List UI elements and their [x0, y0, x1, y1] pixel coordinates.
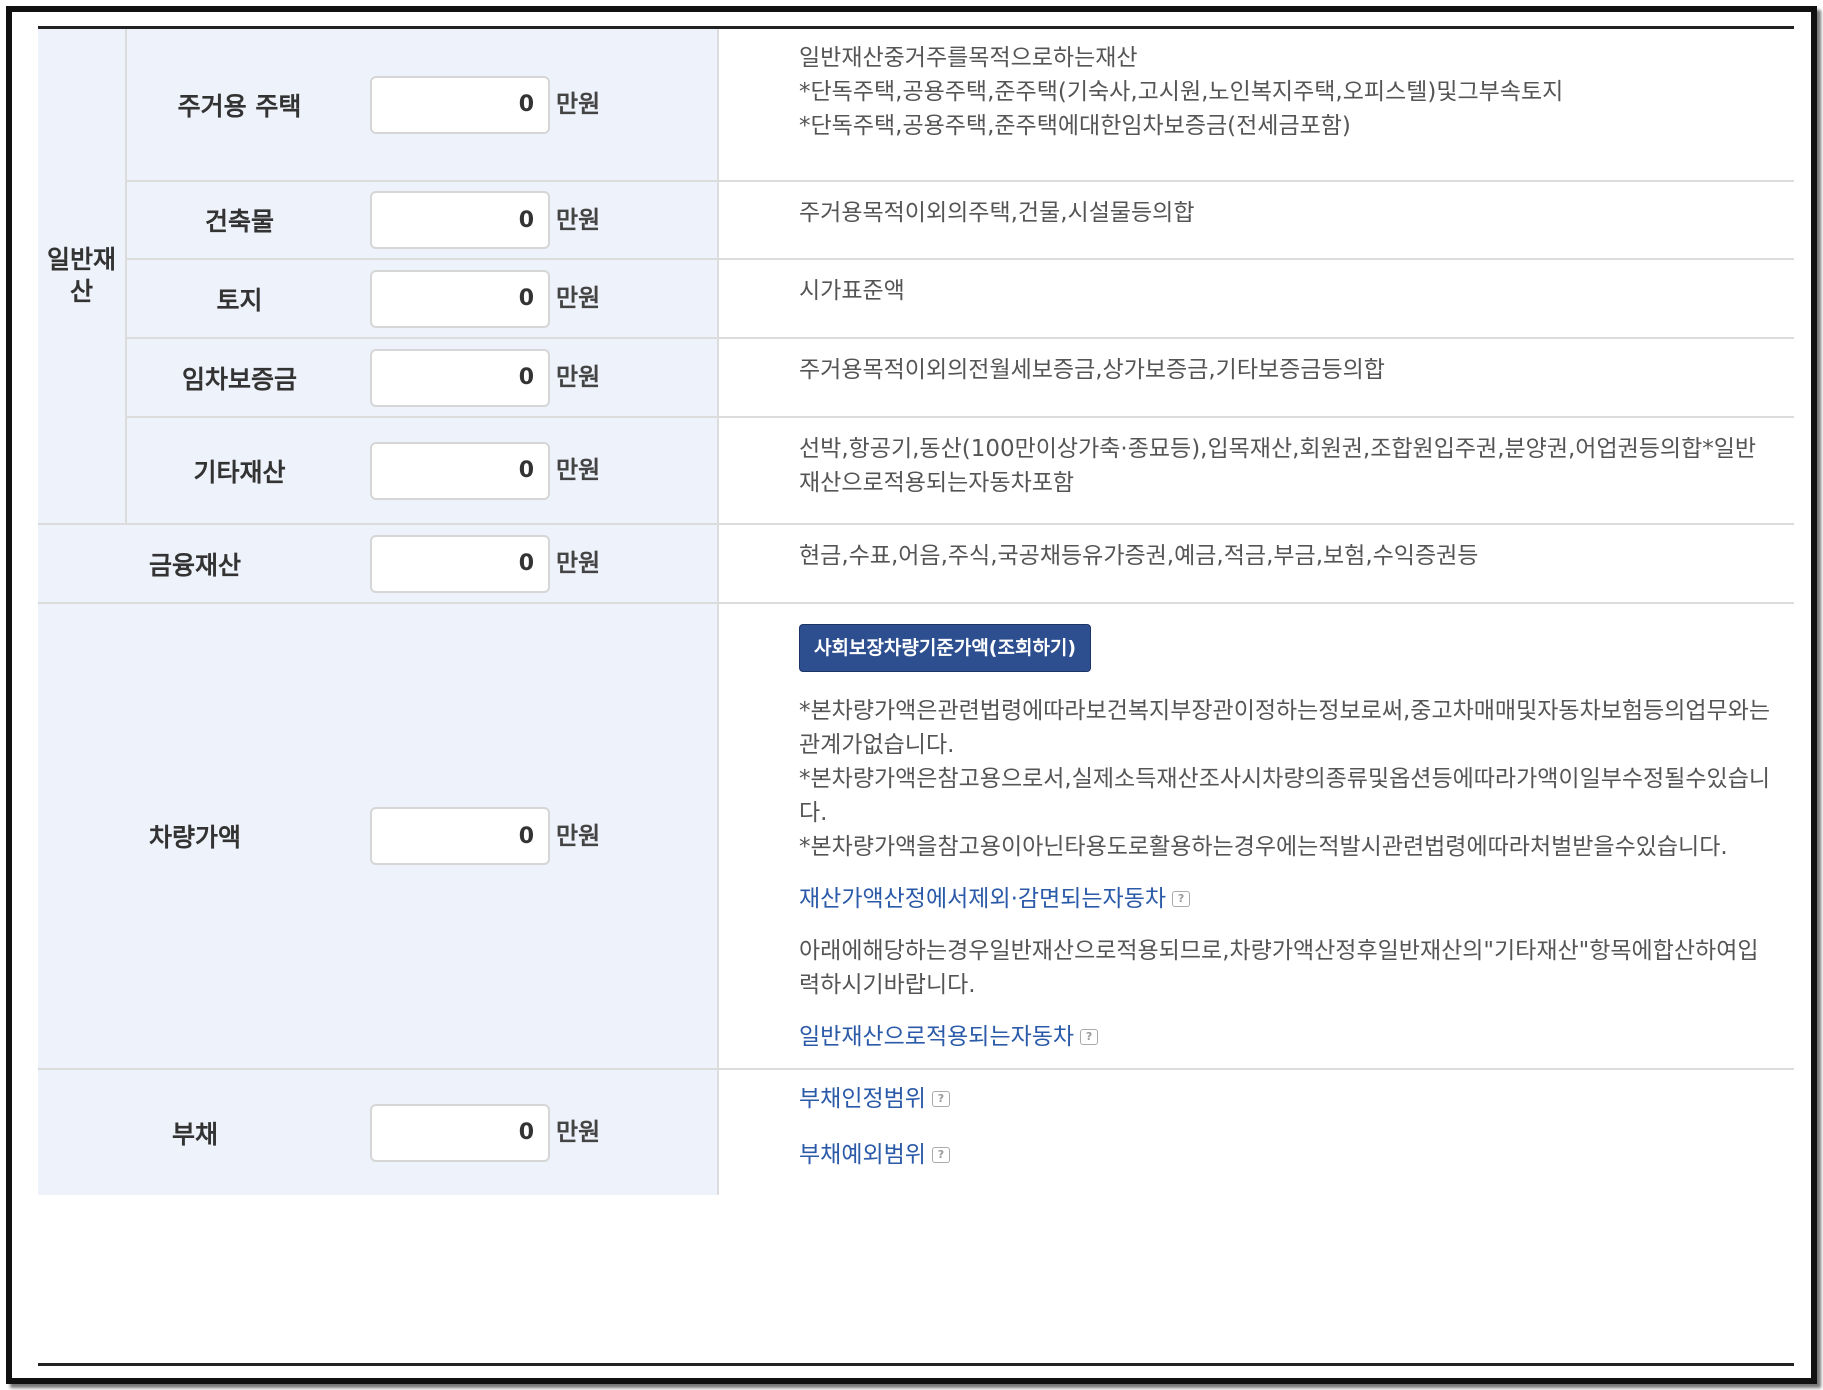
row-debt: 부채 만원 부채인정범위? 부채예외범위? — [38, 1069, 1794, 1195]
row-label: 금융재산 — [38, 524, 352, 604]
row-label: 건축물 — [126, 181, 352, 260]
debt-input[interactable] — [370, 1103, 550, 1162]
unit-label: 만원 — [556, 821, 601, 850]
description-line: *단독주택,공용주택,준주택에대한임차보증금(전세금포함) — [799, 113, 1351, 139]
input-cell: 만원 — [352, 181, 719, 260]
help-icon[interactable]: ? — [1080, 1029, 1099, 1045]
label-land: 토지 — [216, 285, 263, 315]
land-input[interactable] — [370, 269, 550, 328]
row-label: 부채 — [38, 1069, 352, 1195]
description-line: 일반재산중거주를목적으로하는재산 — [799, 45, 1138, 71]
lease-deposit-input[interactable] — [370, 348, 550, 407]
vehicle-input[interactable] — [370, 807, 550, 865]
debt-scope-link[interactable]: 부채인정범위? — [799, 1082, 950, 1116]
vehicle-note: *본차량가액은참고용으로서,실제소득재산조사시차량의종류및옵션등에따라가액이일부… — [799, 766, 1771, 826]
input-cell: 만원 — [352, 417, 719, 525]
other-property-input[interactable] — [370, 441, 550, 500]
row-label: 기타재산 — [126, 417, 352, 525]
label-vehicle: 차량가액 — [148, 823, 241, 852]
unit-label: 만원 — [556, 284, 601, 312]
label-lease-deposit: 임차보증금 — [181, 364, 297, 394]
vehicle-note: *본차량가액은관련법령에따라보건복지부장관이정하는정보로써,중고차매매및자동차보… — [799, 698, 1771, 758]
vehicle-note: *본차량가액을참고용이아닌타용도로활용하는경우에는적발시관련법령에따라처벌받을수… — [799, 834, 1728, 860]
help-icon[interactable]: ? — [931, 1147, 950, 1163]
input-cell: 만원 — [352, 524, 719, 604]
residential-house-input[interactable] — [370, 75, 550, 134]
label-other-property: 기타재산 — [193, 457, 286, 487]
description-line: 주거용목적이외의주택,건물,시설물등의합 — [799, 200, 1195, 226]
row-building: 건축물 만원 주거용목적이외의주택,건물,시설물등의합 — [38, 181, 1794, 260]
label-building: 건축물 — [204, 207, 274, 236]
property-form: 일반재산 주거용 주택 만원 일반재산중거주를목적으로하는재산 *단독주택,공용… — [38, 26, 1794, 1366]
row-other-property: 기타재산 만원 선박,항공기,동산(100만이상가축·종묘등),입목재산,회원권… — [38, 417, 1794, 525]
description-line: 선박,항공기,동산(100만이상가축·종묘등),입목재산,회원권,조합원입주권,… — [799, 436, 1757, 496]
row-label: 임차보증금 — [126, 338, 352, 418]
debt-exclusion-link-text[interactable]: 부채예외범위 — [799, 1138, 926, 1172]
unit-label: 만원 — [556, 205, 601, 234]
land-description: 시가표준액 — [718, 259, 1794, 339]
vehicle-notice: 아래에해당하는경우일반재산으로적용되므로,차량가액산정후일반재산의"기타재산"항… — [799, 938, 1759, 998]
row-label: 토지 — [126, 259, 352, 339]
row-vehicle: 차량가액 만원 사회보장차량기준가액(조회하기) *본차량가액은관련법령에따라보… — [38, 603, 1794, 1070]
row-label: 차량가액 — [38, 603, 352, 1070]
description-line: *단독주택,공용주택,준주택(기숙사,고시원,노인복지주택,오피스텔)및그부속토… — [799, 79, 1564, 105]
general-vehicle-link[interactable]: 일반재산으로적용되는자동차? — [799, 1020, 1099, 1054]
description-line: 시가표준액 — [799, 278, 905, 304]
debt-scope-link-text[interactable]: 부채인정범위 — [799, 1082, 926, 1116]
property-table: 일반재산 주거용 주택 만원 일반재산중거주를목적으로하는재산 *단독주택,공용… — [38, 29, 1794, 1195]
input-cell: 만원 — [352, 338, 719, 418]
excluded-vehicle-link-text[interactable]: 재산가액산정에서제외·감면되는자동차 — [799, 882, 1166, 916]
bottom-border — [38, 1363, 1794, 1366]
financial-description: 현금,수표,어음,주식,국공채등유가증권,예금,적금,부금,보험,수익증권등 — [718, 524, 1794, 604]
excluded-vehicle-link[interactable]: 재산가액산정에서제외·감면되는자동차? — [799, 882, 1191, 916]
unit-label: 만원 — [556, 1118, 601, 1146]
group-general-property-label: 일반재산 — [46, 245, 116, 306]
vehicle-price-lookup-button[interactable]: 사회보장차량기준가액(조회하기) — [799, 624, 1092, 672]
lease-deposit-description: 주거용목적이외의전월세보증금,상가보증금,기타보증금등의합 — [718, 338, 1794, 418]
row-land: 토지 만원 시가표준액 — [38, 259, 1794, 339]
label-financial: 금융재산 — [148, 550, 241, 580]
debt-exclusion-link[interactable]: 부채예외범위? — [799, 1138, 950, 1172]
help-icon[interactable]: ? — [931, 1091, 950, 1107]
building-description: 주거용목적이외의주택,건물,시설물등의합 — [718, 181, 1794, 260]
help-icon[interactable]: ? — [1172, 891, 1191, 907]
label-debt: 부채 — [171, 1119, 218, 1149]
unit-label: 만원 — [556, 90, 601, 118]
description-line: 현금,수표,어음,주식,국공채등유가증권,예금,적금,부금,보험,수익증권등 — [799, 543, 1479, 569]
unit-label: 만원 — [556, 456, 601, 484]
group-general-property: 일반재산 — [38, 29, 127, 525]
row-label: 주거용 주택 — [126, 29, 352, 182]
other-property-description: 선박,항공기,동산(100만이상가축·종묘등),입목재산,회원권,조합원입주권,… — [718, 417, 1794, 525]
row-residential-house: 일반재산 주거용 주택 만원 일반재산중거주를목적으로하는재산 *단독주택,공용… — [38, 29, 1794, 525]
input-cell: 만원 — [352, 1069, 719, 1195]
residential-house-description: 일반재산중거주를목적으로하는재산 *단독주택,공용주택,준주택(기숙사,고시원,… — [718, 29, 1794, 182]
general-vehicle-link-text[interactable]: 일반재산으로적용되는자동차 — [799, 1020, 1074, 1054]
unit-label: 만원 — [556, 549, 601, 577]
debt-description: 부채인정범위? 부채예외범위? — [718, 1069, 1794, 1195]
vehicle-description: 사회보장차량기준가액(조회하기) *본차량가액은관련법령에따라보건복지부장관이정… — [718, 603, 1794, 1070]
financial-input[interactable] — [370, 534, 550, 593]
input-cell: 만원 — [352, 603, 719, 1070]
building-input[interactable] — [370, 191, 550, 249]
row-lease-deposit: 임차보증금 만원 주거용목적이외의전월세보증금,상가보증금,기타보증금등의합 — [38, 338, 1794, 418]
input-cell: 만원 — [352, 259, 719, 339]
label-residential-house: 주거용 주택 — [177, 91, 302, 121]
description-line: 주거용목적이외의전월세보증금,상가보증금,기타보증금등의합 — [799, 357, 1385, 383]
row-financial: 금융재산 만원 현금,수표,어음,주식,국공채등유가증권,예금,적금,부금,보험… — [38, 524, 1794, 604]
input-cell: 만원 — [352, 29, 719, 182]
unit-label: 만원 — [556, 363, 601, 391]
form-frame: 일반재산 주거용 주택 만원 일반재산중거주를목적으로하는재산 *단독주택,공용… — [6, 6, 1817, 1384]
